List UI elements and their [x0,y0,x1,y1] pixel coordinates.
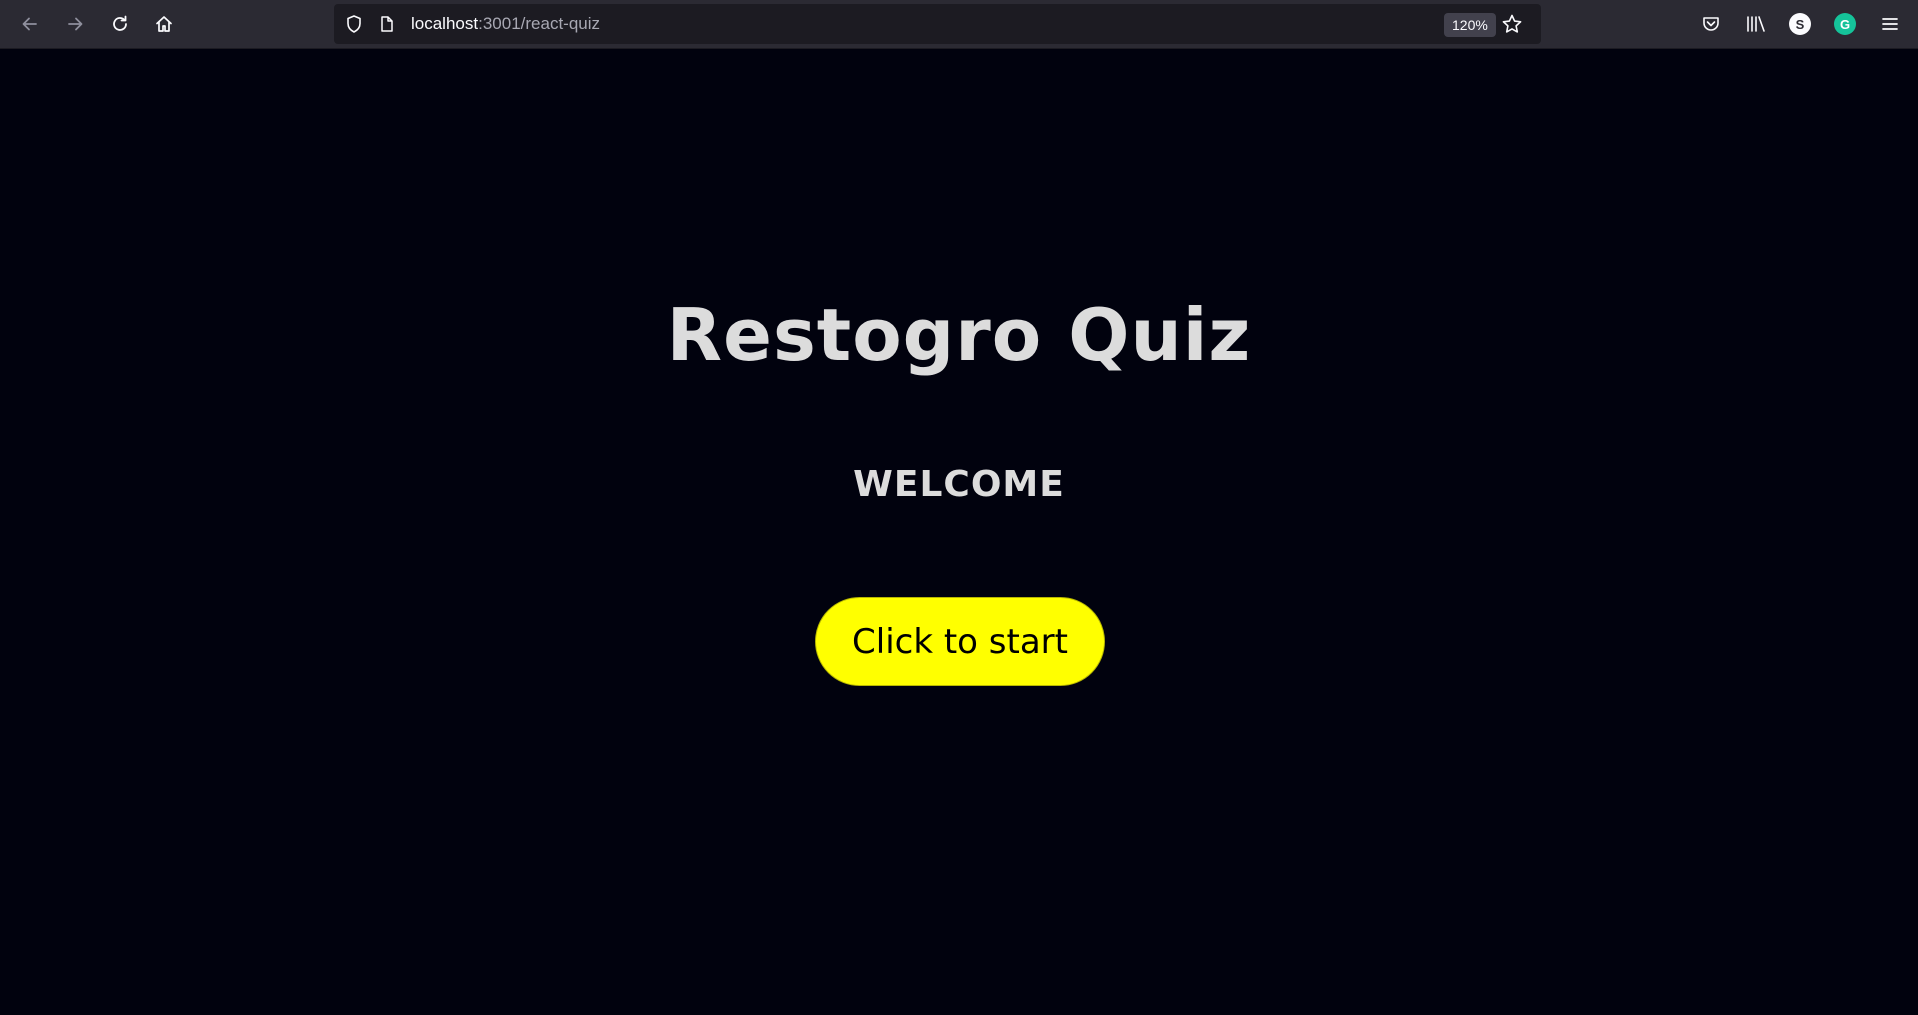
star-icon[interactable] [1501,13,1523,35]
shield-icon[interactable] [344,14,364,34]
page-content [0,49,1918,1015]
menu-button[interactable] [1874,8,1906,40]
reload-icon [113,15,127,31]
library-icon [1747,16,1765,32]
address-bar[interactable]: localhost:3001/react-quiz 120% [334,4,1541,44]
home-button[interactable] [148,8,180,40]
arrow-right-icon [68,17,83,31]
extension-s-icon: S [1789,13,1811,35]
grammarly-button[interactable]: G [1829,8,1861,40]
welcome-heading: WELCOME [853,464,1065,505]
back-button[interactable] [14,8,46,40]
pocket-icon [1703,17,1719,31]
url-text[interactable]: localhost:3001/react-quiz [411,4,600,44]
reload-button[interactable] [104,8,136,40]
home-icon [156,16,172,32]
browser-toolbar: localhost:3001/react-quiz 120% S G [0,0,1918,49]
grammarly-icon: G [1834,13,1856,35]
url-host: localhost [411,14,479,33]
zoom-level-badge[interactable]: 120% [1444,13,1496,37]
start-quiz-button[interactable]: Click to start [815,597,1105,686]
page-title: Restogro Quiz [666,293,1252,377]
arrow-left-icon [22,17,37,31]
hamburger-menu-icon [1882,18,1898,30]
library-button[interactable] [1740,8,1772,40]
extension-s-button[interactable]: S [1784,8,1816,40]
forward-button[interactable] [59,8,91,40]
pocket-button[interactable] [1695,8,1727,40]
url-path: :3001/react-quiz [478,14,601,33]
page-icon[interactable] [378,15,396,33]
